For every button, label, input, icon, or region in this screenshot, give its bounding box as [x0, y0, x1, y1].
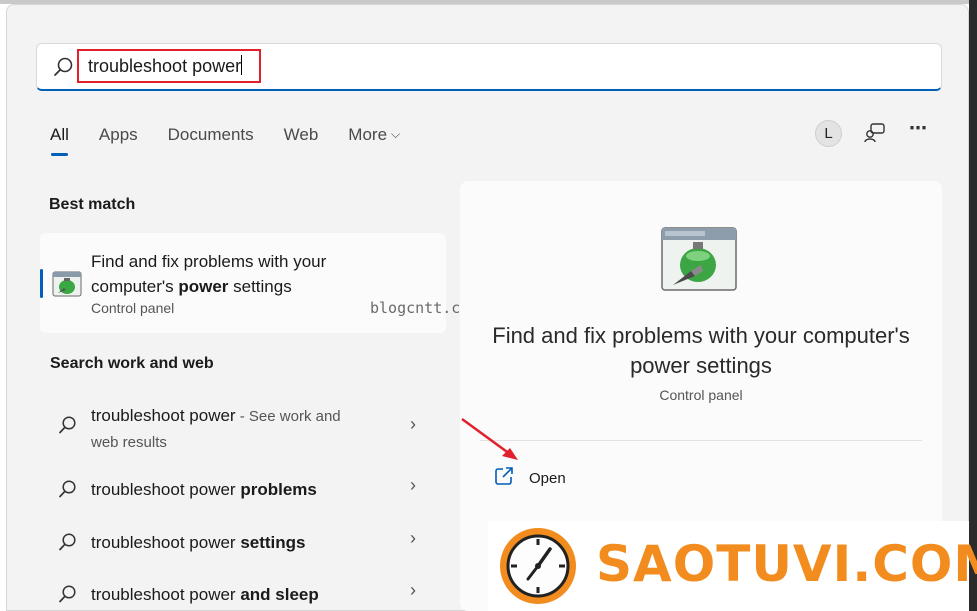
best-match-subtitle: Control panel	[91, 300, 175, 316]
chevron-down-icon: ⌵	[391, 127, 401, 141]
troubleshooter-app-icon	[52, 271, 82, 297]
divider	[480, 440, 922, 441]
search-input[interactable]: troubleshoot power	[77, 49, 261, 83]
search-web-item-text: troubleshoot power problems	[91, 480, 317, 499]
more-options-icon[interactable]: ⋯	[909, 118, 928, 139]
brand-text: SAOTUVI.COM	[596, 535, 977, 593]
search-icon	[54, 57, 73, 76]
best-match-heading: Best match	[49, 196, 136, 213]
filter-tabs: All Apps Documents Web More ⌵	[50, 125, 430, 157]
search-box[interactable]: troubleshoot power	[36, 43, 942, 91]
best-match-title: Find and fix problems with your computer…	[91, 252, 327, 296]
tab-apps[interactable]: Apps	[99, 125, 138, 157]
detail-title: Find and fix problems with your computer…	[492, 323, 910, 378]
feedback-icon[interactable]	[864, 122, 886, 144]
tab-web[interactable]: Web	[284, 125, 319, 157]
search-icon	[59, 533, 76, 551]
tab-all[interactable]: All	[50, 125, 69, 157]
search-icon	[59, 416, 76, 434]
search-web-item[interactable]: troubleshoot power and sleep ›	[40, 570, 446, 611]
troubleshooter-app-icon	[661, 227, 737, 291]
brand-overlay: SAOTUVI.COM	[488, 521, 977, 611]
tab-more[interactable]: More ⌵	[348, 125, 400, 157]
chevron-right-icon: ›	[410, 414, 416, 434]
annotation-arrow-icon	[461, 417, 518, 460]
search-icon	[59, 480, 76, 498]
text-caret	[241, 55, 243, 75]
search-web-item[interactable]: troubleshoot power settings ›	[40, 518, 446, 568]
search-icon	[59, 585, 76, 603]
search-web-item[interactable]: troubleshoot power - See work and web re…	[40, 402, 446, 460]
open-external-icon	[495, 467, 513, 485]
search-web-item-text: troubleshoot power - See work and web re…	[91, 406, 341, 451]
chevron-right-icon: ›	[410, 528, 416, 548]
avatar[interactable]: L	[815, 120, 842, 147]
tab-documents[interactable]: Documents	[168, 125, 254, 157]
search-web-item-text: troubleshoot power and sleep	[91, 585, 319, 604]
chevron-right-icon: ›	[410, 475, 416, 495]
search-web-item-text: troubleshoot power settings	[91, 533, 306, 552]
search-web-item[interactable]: troubleshoot power problems ›	[40, 465, 446, 515]
selection-indicator	[40, 269, 43, 298]
best-match-item[interactable]: Find and fix problems with your computer…	[40, 233, 446, 333]
open-label: Open	[529, 470, 566, 487]
chevron-right-icon: ›	[410, 580, 416, 600]
detail-subtitle: Control panel	[659, 387, 743, 403]
tab-active-indicator	[51, 153, 68, 156]
search-web-heading: Search work and web	[50, 355, 214, 372]
clock-logo-icon	[500, 528, 576, 604]
background-right-edge	[969, 0, 977, 611]
